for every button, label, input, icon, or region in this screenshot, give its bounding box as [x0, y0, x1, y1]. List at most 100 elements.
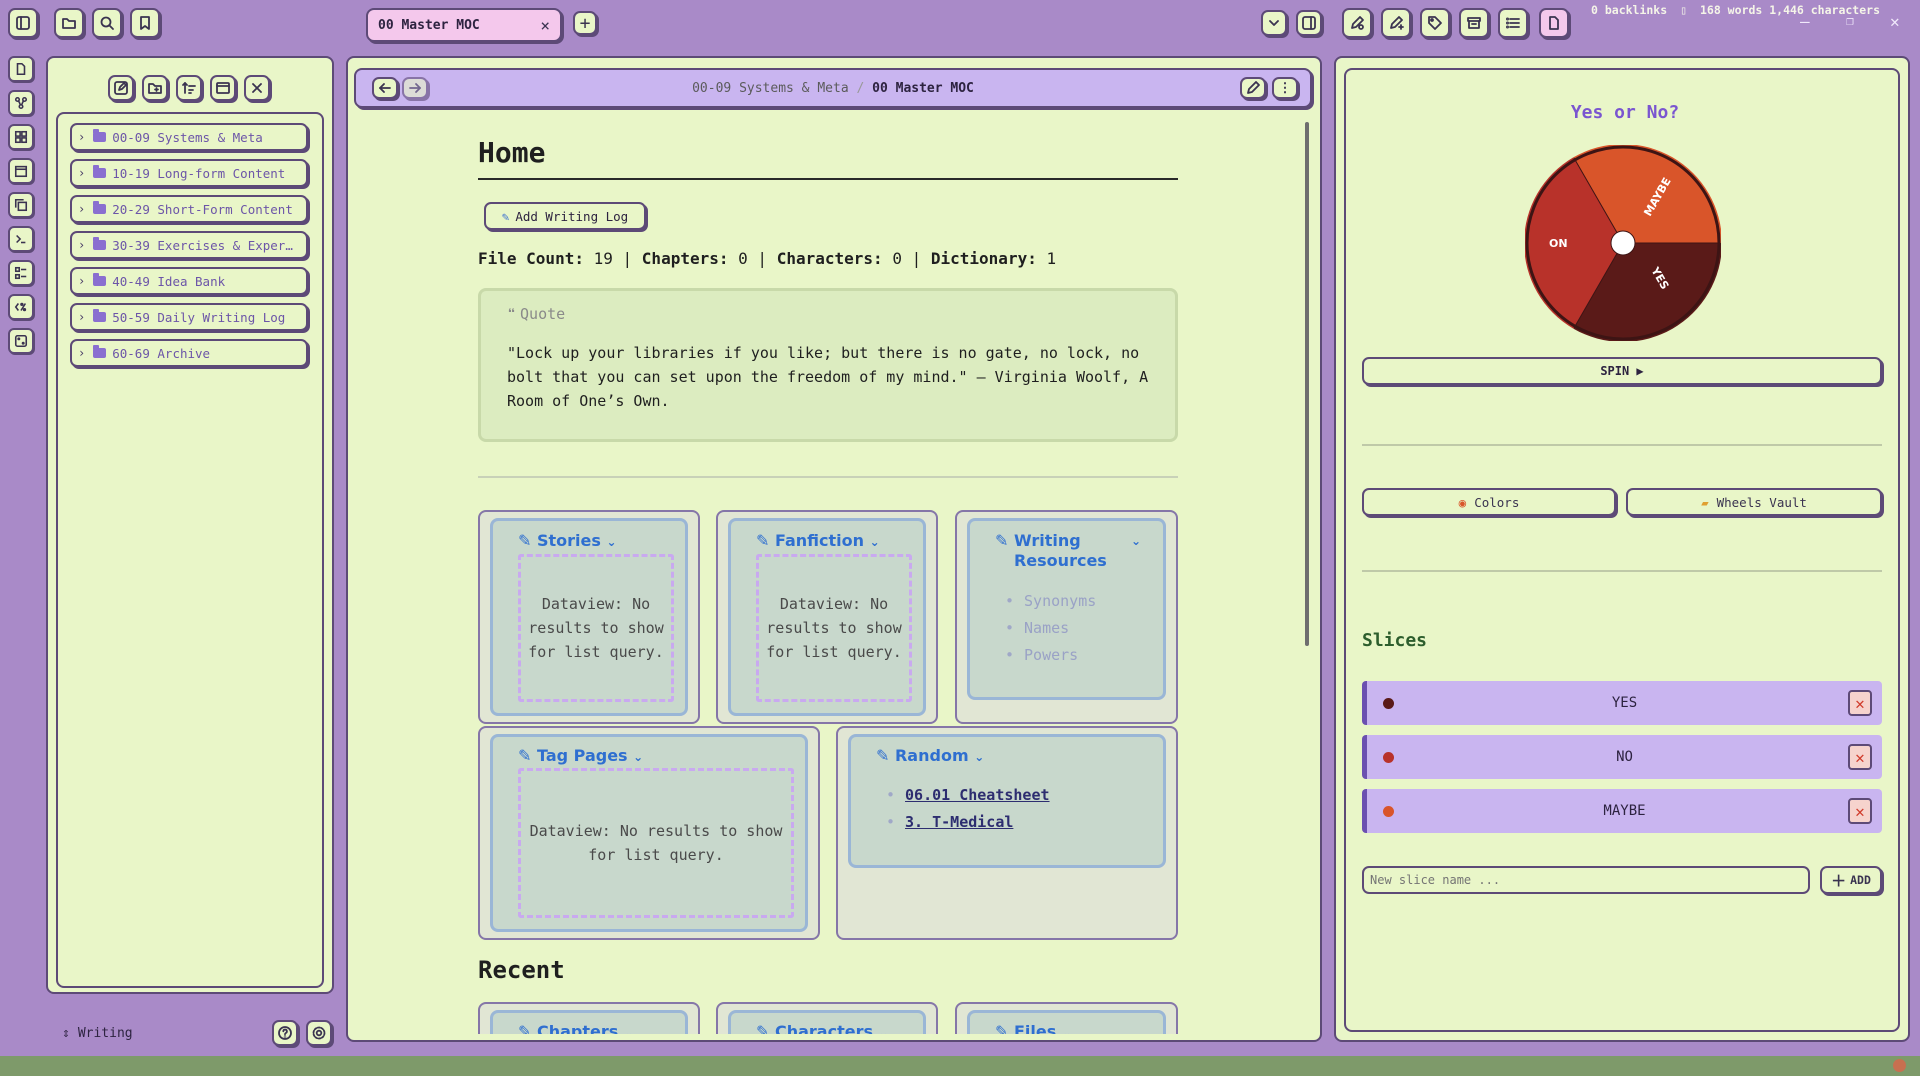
slice-label[interactable]: NO: [1367, 749, 1882, 765]
add-slice-button[interactable]: ＋ ADD: [1820, 866, 1882, 894]
folder-label: 30-39 Exercises & Exper…: [112, 237, 293, 253]
tab-list-button[interactable]: [1261, 10, 1287, 36]
ribbon-canvas[interactable]: [8, 124, 34, 150]
bookmarks-button[interactable]: [130, 8, 160, 38]
folder-icon: [93, 201, 107, 214]
new-folder-button[interactable]: [142, 75, 168, 101]
plugin-button-1[interactable]: [1342, 8, 1372, 38]
writing-resources-list: • Synonyms • Names • Powers: [1005, 588, 1096, 669]
files-button[interactable]: [54, 8, 84, 38]
more-options-button[interactable]: ⋮: [1272, 77, 1298, 99]
ribbon-tasks[interactable]: [8, 260, 34, 286]
copy-icon: [14, 198, 28, 212]
writing-resources-title[interactable]: ✎ Writing Resources ⌄: [995, 531, 1145, 571]
ribbon-command[interactable]: [8, 226, 34, 252]
ribbon-graph[interactable]: [8, 90, 34, 116]
search-button[interactable]: [92, 8, 122, 38]
random-title[interactable]: ✎ Random ⌄: [876, 746, 984, 767]
decision-wheel[interactable]: ON MAYBE YES: [1525, 145, 1721, 341]
folder-item[interactable]: › 40-49 Idea Bank: [70, 267, 308, 295]
breadcrumb-parent[interactable]: 00-09 Systems & Meta: [692, 81, 849, 96]
folder-item[interactable]: › 10-19 Long-form Content: [70, 159, 308, 187]
stats-separator: |: [757, 249, 768, 268]
writing-resources-title-label: Writing Resources: [1013, 531, 1107, 570]
plugin-button-2[interactable]: [1381, 8, 1411, 38]
colors-label: Colors: [1474, 494, 1520, 510]
quote-callout: ❝ Quote "Lock up your libraries if you li…: [478, 288, 1178, 442]
outline-button[interactable]: [1498, 8, 1528, 38]
wheel-label-on: ON: [1549, 237, 1568, 250]
list-item[interactable]: • Names: [1005, 615, 1096, 642]
close-explorer-button[interactable]: [244, 75, 270, 101]
note-link[interactable]: 3. T-Medical: [905, 813, 1013, 831]
ribbon-new-note[interactable]: [8, 56, 34, 82]
tag-pages-title[interactable]: ✎ Tag Pages ⌄: [518, 746, 643, 767]
recent-chapters-title[interactable]: ✎ Chapters ⌄: [518, 1022, 634, 1034]
recent-heading: Recent: [478, 956, 565, 984]
note-link[interactable]: 06.01 Cheatsheet: [905, 786, 1050, 804]
delete-slice-button[interactable]: ✕: [1848, 744, 1872, 770]
recent-files-title[interactable]: ✎ Files ⌄: [995, 1022, 1072, 1034]
folder-icon: [93, 165, 107, 178]
slice-label[interactable]: YES: [1367, 695, 1882, 711]
spin-button[interactable]: SPIN ▶: [1362, 357, 1882, 385]
new-note-button[interactable]: [108, 75, 134, 101]
edit-mode-button[interactable]: [1240, 77, 1266, 99]
list-item[interactable]: • Synonyms: [1005, 588, 1096, 615]
stories-title[interactable]: ✎ Stories ⌄: [518, 531, 617, 552]
delete-slice-button[interactable]: ✕: [1848, 690, 1872, 716]
stats-separator: |: [622, 249, 633, 268]
new-tab-button[interactable]: +: [573, 11, 597, 35]
folder-item[interactable]: › 50-59 Daily Writing Log: [70, 303, 308, 331]
tab-master-moc[interactable]: 00 Master MOC ×: [366, 8, 562, 42]
list-item[interactable]: • 06.01 Cheatsheet: [886, 782, 1050, 809]
sort-button[interactable]: [176, 75, 202, 101]
new-slice-input[interactable]: [1362, 866, 1810, 894]
add-writing-log-button[interactable]: ✎ Add Writing Log: [484, 202, 646, 230]
archive-button[interactable]: [1459, 8, 1489, 38]
help-button[interactable]: [272, 1020, 298, 1046]
toggle-sidebar-button[interactable]: [8, 8, 38, 38]
file-button[interactable]: [1539, 8, 1569, 38]
resource-link[interactable]: Synonyms: [1024, 592, 1096, 610]
tag-icon: [1428, 16, 1442, 30]
wheels-vault-button[interactable]: ▰ Wheels Vault: [1626, 488, 1882, 516]
resource-link[interactable]: Powers: [1024, 646, 1078, 664]
list-item[interactable]: • Powers: [1005, 642, 1096, 669]
tags-button[interactable]: [1420, 8, 1450, 38]
colors-button[interactable]: ◉ Colors: [1362, 488, 1616, 516]
fanfiction-title[interactable]: ✎ Fanfiction ⌄: [756, 531, 880, 552]
title-divider: [478, 178, 1178, 180]
slice-label[interactable]: MAYBE: [1367, 803, 1882, 819]
folder-item[interactable]: › 60-69 Archive: [70, 339, 308, 367]
backlinks-count[interactable]: 0 backlinks: [1591, 3, 1667, 17]
plus-icon: +: [579, 12, 591, 34]
dice-icon: [14, 334, 28, 348]
delete-slice-button[interactable]: ✕: [1848, 798, 1872, 824]
sync-status-icon[interactable]: [1893, 1059, 1906, 1072]
folder-item[interactable]: › 20-29 Short-Form Content: [70, 195, 308, 223]
list-item[interactable]: • 3. T-Medical: [886, 809, 1050, 836]
dictionary-value: 1: [1046, 249, 1057, 268]
vault-stats: File Count: 19 | Chapters: 0 | Character…: [478, 249, 1056, 268]
collapse-all-button[interactable]: [210, 75, 236, 101]
tab-close-icon[interactable]: ×: [540, 16, 550, 35]
folder-item[interactable]: › 30-39 Exercises & Exper…: [70, 231, 308, 259]
resource-link[interactable]: Names: [1024, 619, 1069, 637]
close-window-button[interactable]: ✕: [1890, 12, 1900, 31]
breadcrumb-current[interactable]: 00 Master MOC: [872, 81, 974, 96]
settings-button[interactable]: [306, 1020, 332, 1046]
editor-scrollbar[interactable]: [1305, 122, 1309, 646]
ribbon-calendar[interactable]: [8, 158, 34, 184]
vault-switcher[interactable]: ⇕ Writing: [62, 1026, 133, 1041]
ribbon-random[interactable]: [8, 328, 34, 354]
ribbon-percent[interactable]: [8, 294, 34, 320]
stories-dataview-empty: Dataview: No results to show for list qu…: [518, 554, 674, 702]
collapse-icon: [216, 82, 230, 94]
ribbon-templates[interactable]: [8, 192, 34, 218]
folder-item[interactable]: › 00-09 Systems & Meta: [70, 123, 308, 151]
toggle-right-sidebar-button[interactable]: [1296, 10, 1322, 36]
recent-characters-title[interactable]: ✎ Characters ⌄: [756, 1022, 889, 1034]
bullet: •: [886, 786, 896, 804]
horizontal-rule: [478, 476, 1178, 478]
